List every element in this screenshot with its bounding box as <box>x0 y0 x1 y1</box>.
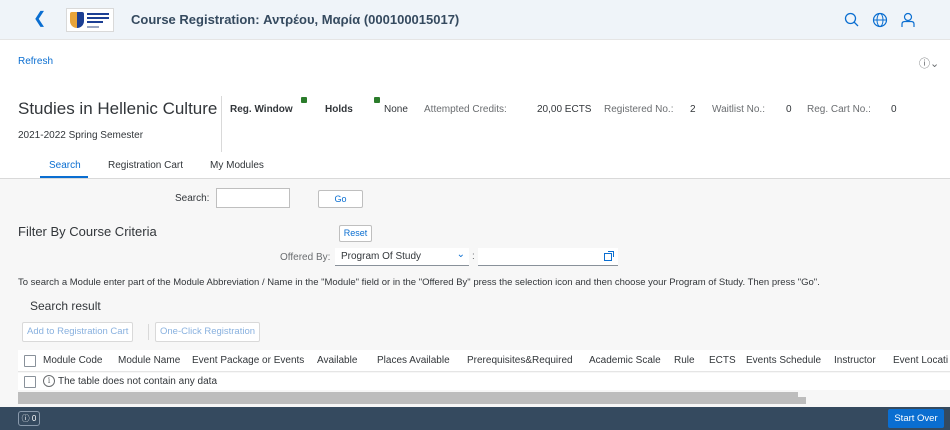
tab-registration-cart[interactable]: Registration Cart <box>108 160 183 171</box>
app-title: Course Registration: Αντρέου, Μαρία (000… <box>131 12 460 27</box>
column-header[interactable]: Events Schedule <box>746 355 821 366</box>
search-label: Search: <box>175 193 210 204</box>
filter-title: Filter By Course Criteria <box>18 224 157 239</box>
column-header[interactable]: Prerequisites&Required <box>467 355 573 366</box>
offered-by-colon: : <box>472 251 475 262</box>
offered-by-input[interactable] <box>478 248 618 266</box>
one-click-registration-button[interactable]: One-Click Registration <box>155 322 261 342</box>
horizontal-scrollbar[interactable] <box>18 392 798 404</box>
refresh-link[interactable]: Refresh <box>18 56 53 67</box>
info-icon: i <box>43 375 55 387</box>
search-input[interactable] <box>216 188 290 208</box>
add-to-registration-cart-button[interactable]: Add to Registration Cart <box>22 322 134 342</box>
message-count: 0 <box>31 414 37 423</box>
registered-no-value: 2 <box>690 104 696 115</box>
user-icon[interactable] <box>898 10 918 30</box>
chevron-down-icon: ⌄ <box>456 249 465 260</box>
column-header[interactable]: Academic Scale <box>589 355 661 366</box>
empty-table-message: The table does not contain any data <box>58 376 218 387</box>
message-popover-button[interactable]: ⓘ 0 <box>18 411 40 426</box>
footer-bar: ⓘ 0 Start Over <box>0 407 950 430</box>
attempted-credits-value: 20,00 ECTS <box>537 104 592 115</box>
scrollbar-thumb[interactable] <box>798 397 806 404</box>
holds-label: Holds <box>325 104 353 115</box>
select-all-checkbox[interactable] <box>24 355 36 367</box>
column-header[interactable]: Rule <box>674 355 695 366</box>
column-header[interactable]: Event Locati <box>893 355 948 366</box>
holds-value: None <box>384 104 408 115</box>
reg-window-label: Reg. Window <box>230 104 293 115</box>
column-header[interactable]: Places Available <box>377 355 450 366</box>
column-header[interactable]: Module Code <box>43 355 102 366</box>
help-icon[interactable]: ⓘ⌄ <box>919 55 939 71</box>
header-divider <box>221 96 222 152</box>
column-header[interactable]: ECTS <box>709 355 736 366</box>
active-tab-indicator <box>40 176 88 178</box>
holds-status-indicator <box>374 97 380 103</box>
offered-by-select[interactable]: Program Of Study ⌄ <box>335 248 469 266</box>
semester-label: 2021-2022 Spring Semester <box>18 130 144 141</box>
value-help-icon[interactable] <box>603 250 615 262</box>
column-header[interactable]: Event Package or Events <box>192 355 304 366</box>
offered-by-value: Program Of Study <box>341 251 422 262</box>
tab-search[interactable]: Search <box>49 160 81 171</box>
tab-my-modules[interactable]: My Modules <box>210 160 264 171</box>
attempted-credits-label: Attempted Credits: <box>424 104 507 115</box>
registered-no-label: Registered No.: <box>604 104 674 115</box>
search-icon[interactable] <box>842 10 862 30</box>
globe-icon[interactable] <box>870 10 890 30</box>
offered-by-label: Offered By: <box>280 252 331 263</box>
university-logo <box>66 8 114 32</box>
search-result-title: Search result <box>30 299 101 313</box>
reset-button[interactable]: Reset <box>339 225 372 242</box>
toolbar-separator <box>148 324 149 340</box>
row-checkbox[interactable] <box>24 376 36 388</box>
reg-cart-no-label: Reg. Cart No.: <box>807 104 871 115</box>
column-header[interactable]: Available <box>317 355 357 366</box>
shell-bar: ❮ Course Registration: Αντρέου, Μαρία (0… <box>0 0 950 40</box>
reg-cart-no-value: 0 <box>891 104 897 115</box>
column-header[interactable]: Module Name <box>118 355 180 366</box>
column-header[interactable]: Instructor <box>834 355 876 366</box>
go-button[interactable]: Go <box>318 190 363 208</box>
reg-window-status-indicator <box>301 97 307 103</box>
start-over-button[interactable]: Start Over <box>888 409 944 428</box>
program-title: Studies in Hellenic Culture <box>18 99 218 118</box>
waitlist-no-label: Waitlist No.: <box>712 104 765 115</box>
waitlist-no-value: 0 <box>786 104 792 115</box>
search-instructions: To search a Module enter part of the Mod… <box>18 277 820 288</box>
chevron-left-icon[interactable]: ❮ <box>33 11 46 27</box>
